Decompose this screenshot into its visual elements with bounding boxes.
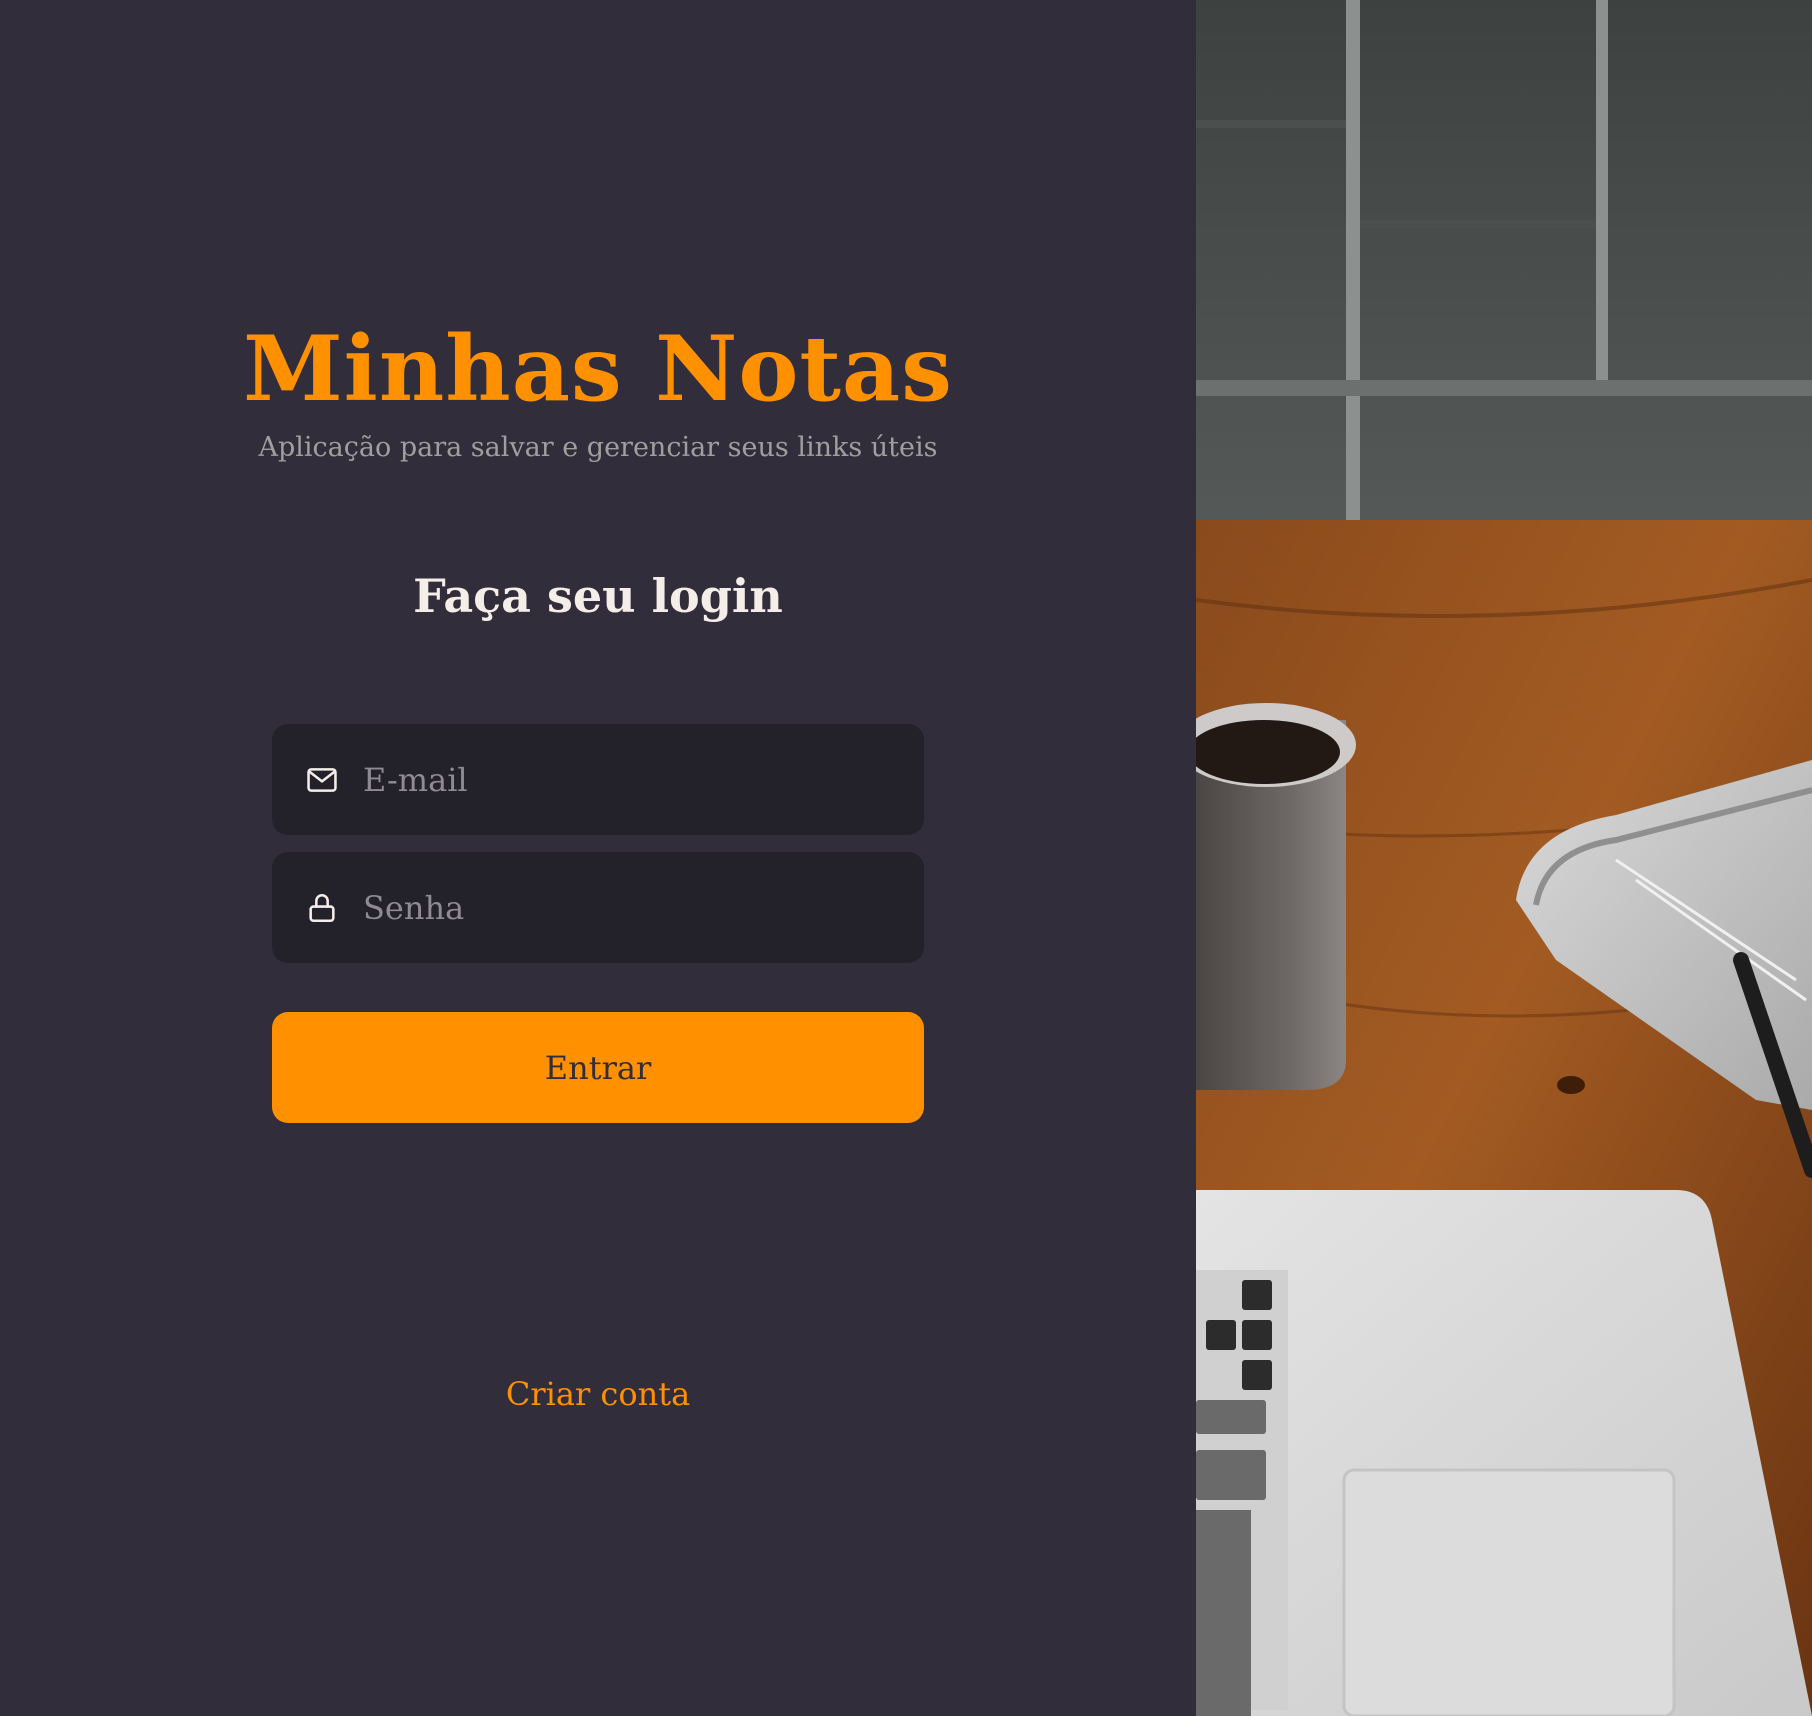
email-field[interactable]	[272, 724, 924, 835]
lock-icon	[305, 891, 339, 925]
login-button[interactable]: Entrar	[272, 1012, 924, 1123]
mail-icon	[305, 763, 339, 797]
app-subtitle: Aplicação para salvar e gerenciar seus l…	[258, 432, 938, 463]
password-input[interactable]	[363, 852, 924, 963]
email-input[interactable]	[363, 724, 924, 835]
login-panel: Minhas Notas Aplicação para salvar e ger…	[0, 0, 1196, 1716]
app-title: Minhas Notas	[243, 316, 953, 422]
create-account-link[interactable]: Criar conta	[0, 1372, 1196, 1416]
form-title: Faça seu login	[413, 569, 783, 623]
background-photo	[1196, 0, 1812, 1716]
password-field[interactable]	[272, 852, 924, 963]
